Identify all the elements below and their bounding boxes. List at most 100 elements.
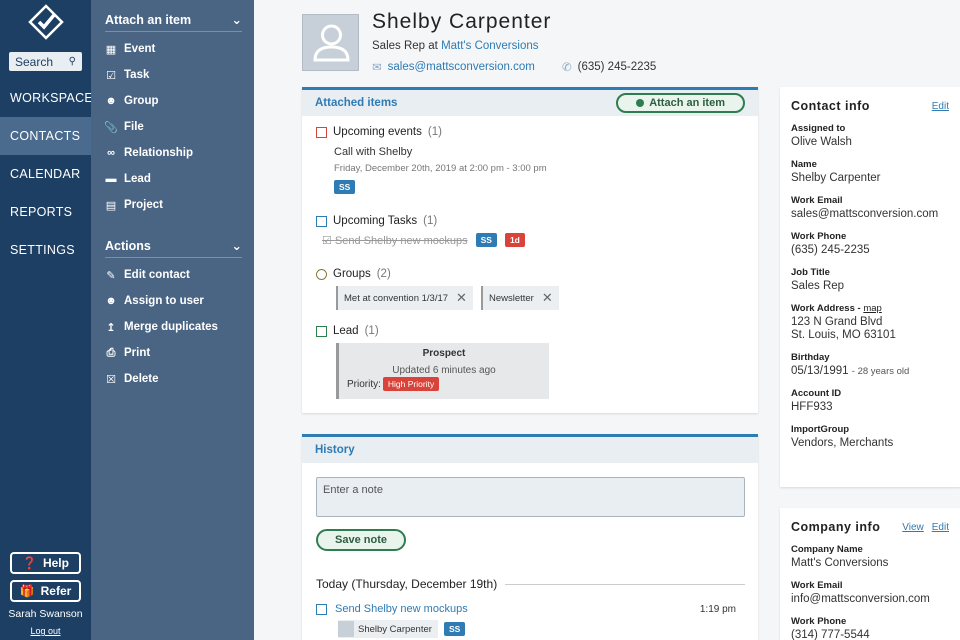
info-label: Company Name	[791, 544, 863, 555]
info-value: Sales Rep	[791, 280, 845, 292]
merge-duplicates-action[interactable]: ↥ Merge duplicates	[91, 314, 254, 340]
lead-icon: ▬	[105, 173, 117, 185]
attach-task-label: Task	[124, 69, 150, 81]
info-value: Olive Walsh	[791, 136, 852, 148]
print-action[interactable]: ⎙ Print	[91, 340, 254, 366]
nav-reports[interactable]: REPORTS	[0, 193, 91, 231]
history-entry: Send Shelby new mockups 1:19 pm	[316, 603, 736, 615]
user-avatar-icon	[338, 621, 354, 637]
main-content: Shelby Carpenter Sales Rep at Matt's Con…	[254, 0, 960, 640]
history-card: History Enter a note Save note Today (Th…	[302, 434, 758, 640]
nav-contacts[interactable]: CONTACTS	[0, 117, 91, 155]
history-entry-meta: Shelby Carpenter SS	[338, 620, 466, 638]
save-note-button[interactable]: Save note	[316, 529, 406, 551]
tasks-count: (1)	[423, 215, 438, 227]
user-gear-icon: ☻	[105, 295, 117, 307]
refer-button[interactable]: 🎁 Refer	[10, 580, 81, 602]
history-user-name: Shelby Carpenter	[358, 623, 432, 635]
attach-event-label: Event	[124, 43, 156, 55]
info-account-id: Account ID HFF933	[791, 388, 949, 413]
task-name[interactable]: ☑ Send Shelby new mockups	[322, 234, 468, 247]
history-user-tag: SS	[443, 622, 466, 636]
lead-card[interactable]: Prospect Updated 6 minutes ago Priority:…	[336, 343, 549, 399]
assign-user-label: Assign to user	[124, 295, 204, 307]
attach-event[interactable]: ▦ Event	[91, 36, 254, 62]
actions-section-header[interactable]: Actions ⌄	[105, 238, 242, 258]
company-link[interactable]: Matt's Conversions	[441, 40, 538, 52]
remove-icon[interactable]: ✕	[542, 290, 553, 306]
info-value: (314) 777-5544	[791, 629, 870, 640]
info-value: 05/13/1991	[791, 365, 849, 377]
lead-icon	[316, 325, 327, 337]
age-text: - 28 years old	[851, 366, 910, 377]
company-email-field: Work Email info@mattsconversion.com	[791, 580, 949, 605]
info-label: Work Phone	[791, 616, 847, 627]
group-icon	[316, 268, 327, 280]
attach-project[interactable]: ▤ Project	[91, 192, 254, 218]
lead-title[interactable]: Lead	[333, 325, 359, 337]
contact-info-edit-link[interactable]: Edit	[932, 101, 949, 112]
avatar	[302, 14, 359, 71]
actions-section-title: Actions	[105, 238, 151, 253]
history-date-divider: Today (Thursday, December 19th)	[316, 577, 745, 591]
email-text: sales@mattsconversion.com	[387, 61, 535, 73]
remove-icon[interactable]: ✕	[456, 290, 467, 306]
attach-item-button[interactable]: Attach an item	[616, 93, 745, 113]
group-chip[interactable]: Met at convention 1/3/17 ✕	[336, 286, 473, 310]
info-value: sales@mattsconversion.com	[791, 208, 939, 220]
info-value: Vendors, Merchants	[791, 437, 894, 449]
attach-lead-label: Lead	[124, 173, 151, 185]
note-input[interactable]: Enter a note	[316, 477, 745, 517]
attach-task[interactable]: ☑ Task	[91, 62, 254, 88]
lead-count: (1)	[364, 325, 379, 337]
company-info-title: Company info	[791, 520, 881, 534]
group-chip[interactable]: Newsletter ✕	[480, 286, 559, 310]
contact-email[interactable]: ✉ sales@mattsconversion.com	[372, 60, 535, 74]
help-button[interactable]: ❓ Help	[10, 552, 81, 574]
event-name[interactable]: Call with Shelby	[334, 146, 547, 158]
lead-section: Lead (1) Prospect Updated 6 minutes ago …	[316, 325, 549, 399]
nav-workspace[interactable]: WORKSPACE	[0, 79, 93, 117]
groups-title[interactable]: Groups	[333, 268, 371, 280]
info-label: Name	[791, 159, 817, 170]
app-logo-icon[interactable]	[27, 4, 64, 40]
attach-project-label: Project	[124, 199, 163, 211]
contact-phone[interactable]: ✆ (635) 245-2235	[562, 60, 656, 74]
company-edit-link[interactable]: Edit	[932, 522, 949, 533]
group-chip-label: Met at convention 1/3/17	[344, 292, 449, 304]
tasks-title[interactable]: Upcoming Tasks	[333, 215, 417, 227]
info-job-title: Job Title Sales Rep	[791, 267, 949, 292]
search-icon: ⚲	[68, 56, 76, 67]
attach-section-header[interactable]: Attach an item ⌄	[105, 12, 242, 32]
events-count: (1)	[427, 126, 442, 138]
delete-action[interactable]: ☒ Delete	[91, 366, 254, 392]
logout-link[interactable]: Log out	[0, 626, 91, 636]
refer-label: Refer	[40, 584, 72, 598]
trash-icon: ☒	[106, 373, 116, 386]
merge-icon: ↥	[106, 321, 116, 334]
attach-file[interactable]: 📎 File	[91, 114, 254, 140]
company-view-link[interactable]: View	[902, 522, 924, 533]
info-import-group: ImportGroup Vendors, Merchants	[791, 424, 949, 449]
history-entry-title[interactable]: Send Shelby new mockups	[335, 603, 468, 615]
info-value: Shelby Carpenter	[791, 172, 881, 184]
attach-section-title: Attach an item	[105, 12, 192, 27]
attached-items-header: Attached items Attach an item	[302, 90, 758, 116]
event-user-tag: SS	[334, 180, 356, 194]
user-silhouette-icon	[313, 24, 350, 62]
plus-circle-icon	[636, 99, 645, 107]
assign-user-action[interactable]: ☻ Assign to user	[91, 288, 254, 314]
attach-lead[interactable]: ▬ Lead	[91, 166, 254, 192]
edit-contact-action[interactable]: ✎ Edit contact	[91, 262, 254, 288]
info-label: Work Phone	[791, 231, 847, 242]
lead-updated: Updated 6 minutes ago	[392, 365, 496, 376]
events-title[interactable]: Upcoming events	[333, 126, 422, 138]
lead-stage: Prospect	[422, 348, 466, 359]
map-link[interactable]: map	[863, 303, 881, 314]
attach-group[interactable]: ☻ Group	[91, 88, 254, 114]
info-label: Work Email	[791, 580, 843, 591]
search-box[interactable]: Search ⚲	[9, 52, 82, 71]
attach-relationship[interactable]: ∞ Relationship	[91, 140, 254, 166]
nav-settings[interactable]: SETTINGS	[0, 231, 91, 269]
nav-calendar[interactable]: CALENDAR	[0, 155, 91, 193]
